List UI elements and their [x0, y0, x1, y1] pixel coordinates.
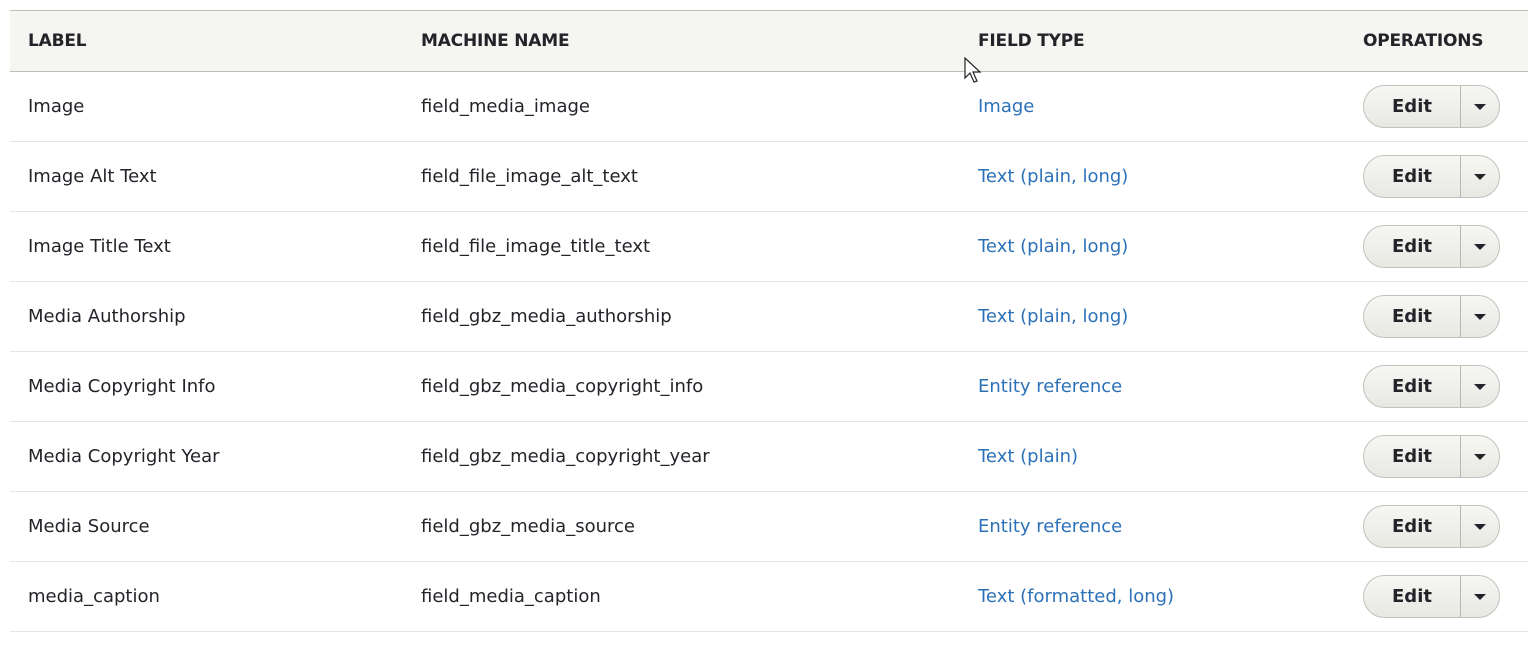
table-row: media_caption field_media_caption Text (… [10, 562, 1528, 632]
field-type-link[interactable]: Text (plain, long) [978, 306, 1128, 327]
caret-down-icon [1474, 313, 1486, 320]
operations-dropbutton: Edit [1363, 435, 1500, 478]
caret-down-icon [1474, 593, 1486, 600]
operations-dropbutton: Edit [1363, 505, 1500, 548]
mouse-cursor-icon [964, 57, 982, 83]
field-type-link[interactable]: Text (plain) [978, 446, 1078, 467]
table-row: Media Authorship field_gbz_media_authors… [10, 282, 1528, 352]
edit-button[interactable]: Edit [1364, 296, 1461, 337]
field-machine-name: field_file_image_title_text [421, 236, 651, 257]
operations-toggle-button[interactable] [1461, 366, 1499, 407]
caret-down-icon [1474, 453, 1486, 460]
col-machine-name: MACHINE NAME [421, 31, 570, 51]
operations-dropbutton: Edit [1363, 295, 1500, 338]
field-type-link[interactable]: Text (plain, long) [978, 166, 1128, 187]
field-machine-name: field_media_image [421, 96, 590, 117]
caret-down-icon [1474, 173, 1486, 180]
operations-toggle-button[interactable] [1461, 506, 1499, 547]
field-label: Image Title Text [28, 236, 171, 257]
field-label: Media Copyright Info [28, 376, 216, 397]
table-row: Image Alt Text field_file_image_alt_text… [10, 142, 1528, 212]
caret-down-icon [1474, 103, 1486, 110]
field-label: Image [28, 96, 85, 117]
operations-toggle-button[interactable] [1461, 86, 1499, 127]
table-row: Media Copyright Year field_gbz_media_cop… [10, 422, 1528, 492]
field-machine-name: field_media_caption [421, 586, 601, 607]
edit-button[interactable]: Edit [1364, 506, 1461, 547]
field-label: media_caption [28, 586, 160, 607]
operations-toggle-button[interactable] [1461, 296, 1499, 337]
edit-button[interactable]: Edit [1364, 226, 1461, 267]
operations-toggle-button[interactable] [1461, 436, 1499, 477]
field-type-link[interactable]: Entity reference [978, 516, 1122, 537]
col-operations: OPERATIONS [1363, 31, 1484, 51]
edit-button[interactable]: Edit [1364, 156, 1461, 197]
operations-dropbutton: Edit [1363, 365, 1500, 408]
table-header: LABEL MACHINE NAME FIELD TYPE OPERATIONS [10, 10, 1528, 72]
field-label: Media Copyright Year [28, 446, 220, 467]
field-label: Image Alt Text [28, 166, 157, 187]
field-type-link[interactable]: Text (plain, long) [978, 236, 1128, 257]
edit-button[interactable]: Edit [1364, 366, 1461, 407]
field-machine-name: field_gbz_media_copyright_year [421, 446, 710, 467]
operations-dropbutton: Edit [1363, 85, 1500, 128]
edit-button[interactable]: Edit [1364, 436, 1461, 477]
table-row: Media Copyright Info field_gbz_media_cop… [10, 352, 1528, 422]
caret-down-icon [1474, 523, 1486, 530]
field-type-link[interactable]: Text (formatted, long) [978, 586, 1174, 607]
edit-button[interactable]: Edit [1364, 86, 1461, 127]
field-label: Media Source [28, 516, 150, 537]
table-row: Image field_media_image Image Edit [10, 72, 1528, 142]
fields-table: LABEL MACHINE NAME FIELD TYPE OPERATIONS… [10, 10, 1528, 632]
caret-down-icon [1474, 243, 1486, 250]
col-label: LABEL [28, 31, 87, 51]
field-type-link[interactable]: Image [978, 96, 1034, 117]
operations-toggle-button[interactable] [1461, 576, 1499, 617]
field-machine-name: field_gbz_media_authorship [421, 306, 672, 327]
operations-dropbutton: Edit [1363, 155, 1500, 198]
operations-dropbutton: Edit [1363, 575, 1500, 618]
field-label: Media Authorship [28, 306, 186, 327]
operations-toggle-button[interactable] [1461, 226, 1499, 267]
col-field-type: FIELD TYPE [978, 31, 1085, 51]
field-machine-name: field_gbz_media_copyright_info [421, 376, 704, 397]
field-machine-name: field_gbz_media_source [421, 516, 635, 537]
table-row: Image Title Text field_file_image_title_… [10, 212, 1528, 282]
edit-button[interactable]: Edit [1364, 576, 1461, 617]
table-row: Media Source field_gbz_media_source Enti… [10, 492, 1528, 562]
operations-toggle-button[interactable] [1461, 156, 1499, 197]
caret-down-icon [1474, 383, 1486, 390]
field-type-link[interactable]: Entity reference [978, 376, 1122, 397]
field-machine-name: field_file_image_alt_text [421, 166, 638, 187]
operations-dropbutton: Edit [1363, 225, 1500, 268]
